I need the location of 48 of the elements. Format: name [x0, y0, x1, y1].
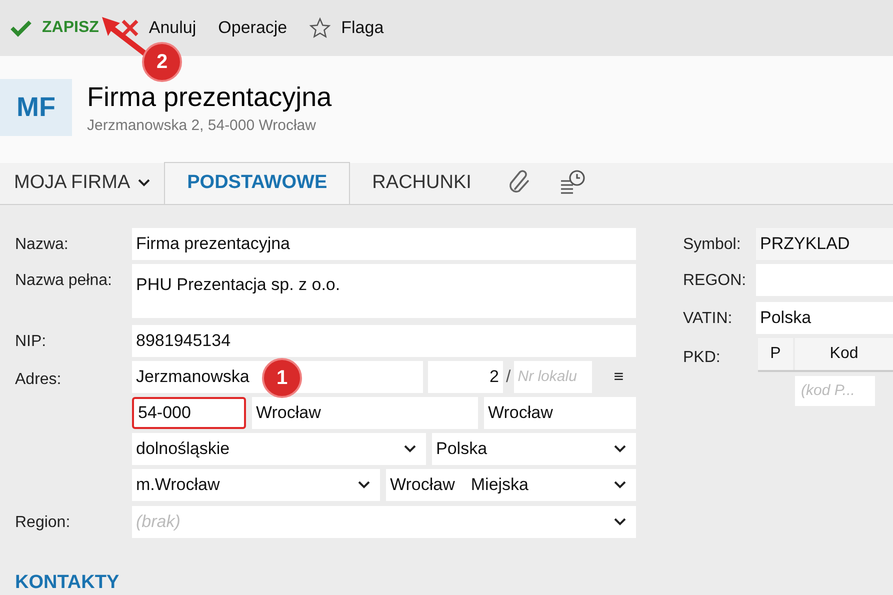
field-label: PKD:	[683, 348, 722, 368]
chevron-down-icon	[358, 481, 370, 489]
company-address: Jerzmanowska 2, 54-000 Wrocław	[87, 116, 317, 136]
annotation-badge: 1	[262, 358, 302, 398]
field-label: Region:	[15, 513, 72, 533]
chevron-down-icon	[404, 445, 416, 453]
post-office-field[interactable]: Wrocław	[484, 397, 636, 429]
voivodeship-select[interactable]: dolnośląskie	[132, 433, 426, 465]
operations-button[interactable]: Operacje	[218, 15, 288, 41]
number-field[interactable]: 2	[428, 361, 503, 393]
company-title: Firma prezentacyjna	[87, 81, 332, 114]
column-header: Kod	[795, 338, 893, 370]
full-name-field[interactable]: PHU Prezentacja sp. z o.o.	[132, 264, 636, 318]
commune-type: Miejska	[470, 474, 528, 496]
slash: /	[506, 366, 511, 388]
field-label: Nazwa pełna:	[15, 271, 113, 291]
chevron-down-icon	[614, 481, 626, 489]
chevron-down-icon	[138, 179, 150, 187]
commune-select[interactable]: Wrocław Miejska	[386, 469, 636, 501]
column-header: P	[758, 338, 793, 370]
name-field[interactable]: Firma prezentacyjna	[132, 228, 636, 260]
country-select[interactable]: Polska	[432, 433, 636, 465]
field-label: Nazwa:	[15, 235, 70, 255]
vatin-field[interactable]: Polska	[756, 302, 893, 334]
company-menu-tab[interactable]: MOJA FIRMA	[0, 162, 164, 204]
star-icon	[309, 17, 332, 39]
district-select[interactable]: m.Wrocław	[132, 469, 380, 501]
field-label: Symbol:	[683, 235, 742, 255]
symbol-field[interactable]: PRZYKLAD	[756, 228, 893, 260]
city-field[interactable]: Wrocław	[252, 397, 478, 429]
flag-button[interactable]: Flaga	[341, 15, 384, 41]
field-label: REGON:	[683, 271, 748, 291]
section-heading: KONTAKTY	[15, 572, 120, 594]
field-label: Adres:	[15, 370, 62, 390]
tab[interactable]: PODSTAWOWE	[164, 162, 350, 204]
commune-name: Wrocław	[390, 474, 455, 496]
field-label: VATIN:	[683, 309, 734, 329]
cancel-button[interactable]: Anuluj	[148, 15, 196, 41]
field-label: NIP:	[15, 332, 48, 352]
chevron-down-icon	[614, 518, 626, 526]
tab[interactable]: RACHUNKI	[350, 162, 494, 204]
avatar: MF	[0, 79, 72, 136]
postal-code-field[interactable]: 54-000	[132, 397, 246, 429]
check-icon	[10, 19, 32, 37]
nip-field[interactable]: 8981945134	[132, 325, 636, 357]
list-clock-icon	[559, 169, 588, 197]
chevron-down-icon	[614, 445, 626, 453]
close-icon	[120, 19, 139, 37]
